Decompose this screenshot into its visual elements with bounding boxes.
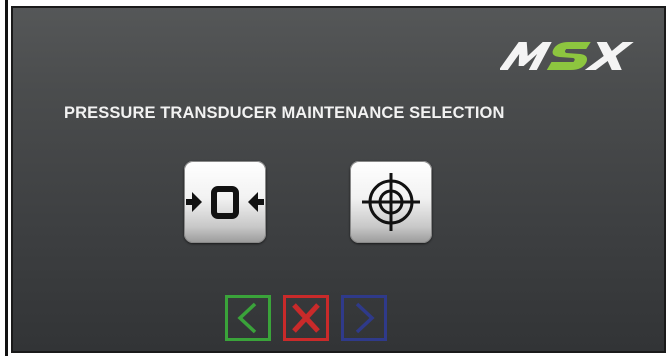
hmi-screen: PRESSURE TRANSDUCER MAINTENANCE SELECTIO…	[11, 6, 666, 353]
page-title: PRESSURE TRANSDUCER MAINTENANCE SELECTIO…	[64, 104, 505, 122]
span-calibration-button[interactable]	[350, 161, 432, 243]
crosshair-target-icon	[362, 173, 420, 231]
device-bezel	[0, 0, 8, 356]
zero-transducer-button[interactable]	[184, 161, 266, 243]
x-cancel-icon	[292, 303, 320, 333]
msx-logo	[498, 36, 650, 76]
cancel-button[interactable]	[283, 295, 329, 341]
next-button[interactable]	[341, 295, 387, 341]
back-button[interactable]	[225, 295, 271, 341]
chevron-left-icon	[237, 302, 257, 334]
chevron-right-icon	[355, 302, 375, 334]
zero-calibration-icon	[186, 186, 264, 219]
